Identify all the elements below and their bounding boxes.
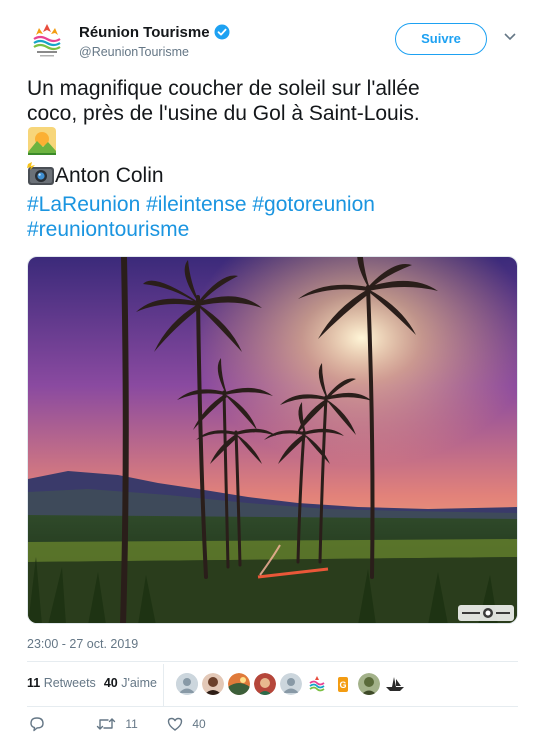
liker-avatar[interactable] bbox=[202, 673, 224, 695]
reply-button[interactable] bbox=[29, 716, 45, 736]
divider bbox=[27, 706, 518, 707]
liker-avatar[interactable]: G bbox=[332, 673, 354, 695]
liker-avatar[interactable] bbox=[384, 673, 406, 695]
liker-avatar[interactable] bbox=[176, 673, 198, 695]
reply-icon bbox=[30, 717, 44, 732]
tweet-actions: 11 40 bbox=[27, 716, 327, 736]
like-button[interactable]: 40 bbox=[167, 716, 206, 736]
watermark-logo bbox=[458, 605, 514, 621]
retweet-count: 11 bbox=[125, 717, 138, 731]
chevron-down-icon[interactable] bbox=[503, 32, 517, 42]
retweets-count[interactable]: 11 bbox=[27, 676, 40, 690]
likes-label[interactable]: J'aime bbox=[121, 676, 157, 690]
liker-avatar[interactable] bbox=[280, 673, 302, 695]
tweet-text: Un magnifique coucher de soleil sur l'al… bbox=[27, 76, 519, 242]
hashtags-line-1[interactable]: #LaReunion #ileintense #gotoreunion bbox=[27, 192, 519, 217]
account-handle[interactable]: @ReunionTourisme bbox=[79, 45, 189, 59]
hashtags-line-2[interactable]: #reuniontourisme bbox=[27, 217, 519, 242]
tweet-header: Réunion Tourisme @ReunionTourisme Suivre bbox=[27, 18, 519, 66]
liker-avatar[interactable] bbox=[254, 673, 276, 695]
like-count: 40 bbox=[192, 717, 206, 731]
stats-separator bbox=[163, 664, 164, 706]
tweet-text-line-2: coco, près de l'usine du Gol à Saint-Lou… bbox=[27, 102, 420, 125]
photo-credit: Anton Colin bbox=[55, 164, 164, 187]
camera-with-flash-icon bbox=[27, 162, 55, 192]
divider bbox=[27, 661, 518, 662]
liker-avatar[interactable] bbox=[358, 673, 380, 695]
retweets-label[interactable]: Retweets bbox=[44, 676, 96, 690]
likes-count[interactable]: 40 bbox=[104, 676, 118, 690]
display-name[interactable]: Réunion Tourisme bbox=[79, 24, 230, 41]
liker-avatar[interactable] bbox=[228, 673, 250, 695]
verified-badge-icon bbox=[214, 24, 230, 40]
sunrise-over-mountains-icon bbox=[27, 126, 57, 162]
emoji-line bbox=[27, 126, 519, 162]
credit-line: Anton Colin bbox=[27, 162, 519, 192]
tweet-photo[interactable] bbox=[27, 256, 518, 624]
avatar[interactable] bbox=[27, 20, 67, 60]
retweet-button[interactable]: 11 bbox=[96, 716, 138, 736]
follow-button[interactable]: Suivre bbox=[395, 23, 487, 55]
svg-text:G: G bbox=[339, 680, 346, 690]
heart-icon bbox=[167, 717, 183, 731]
liker-avatar[interactable] bbox=[306, 673, 328, 695]
tweet-timestamp[interactable]: 23:00 - 27 oct. 2019 bbox=[27, 637, 138, 651]
tweet-text-line-1: Un magnifique coucher de soleil sur l'al… bbox=[27, 77, 420, 100]
engagement-stats: 11 Retweets 40 J'aime bbox=[27, 676, 157, 690]
retweet-icon bbox=[96, 718, 116, 730]
